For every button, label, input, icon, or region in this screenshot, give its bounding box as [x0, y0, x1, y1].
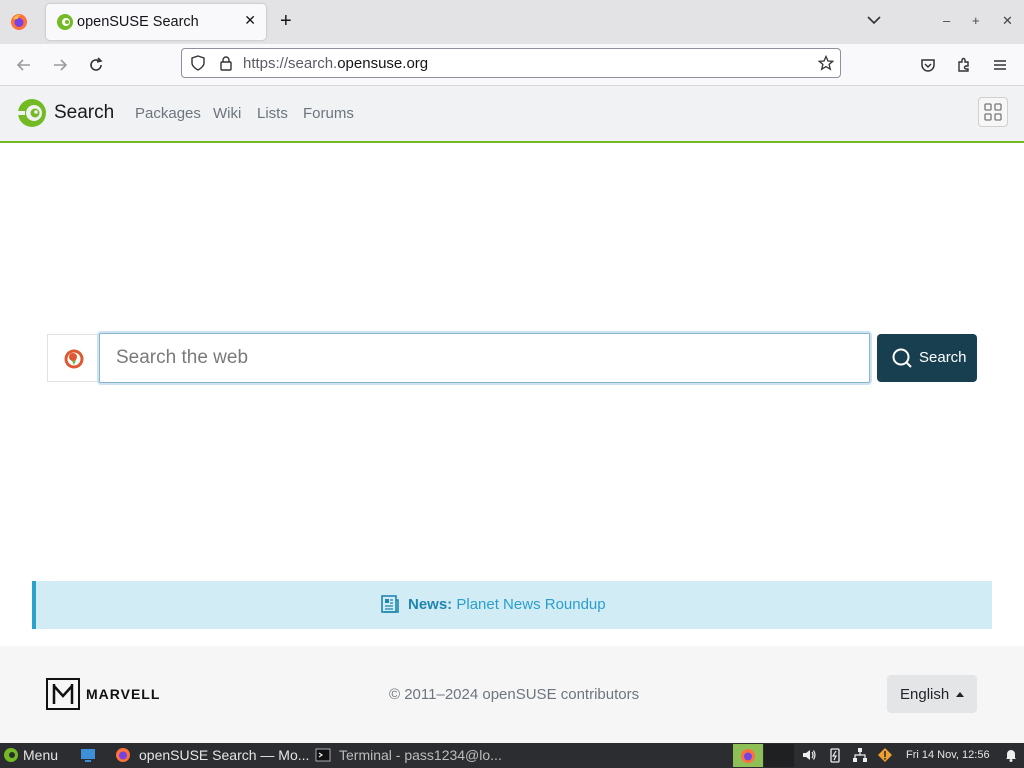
opensuse-logo-icon[interactable]: [17, 97, 49, 129]
tracking-shield-icon[interactable]: [190, 55, 206, 71]
browser-tab-bar: openSUSE Search ✕ + – + ✕: [0, 0, 1024, 44]
pocket-icon[interactable]: [919, 56, 937, 74]
news-link[interactable]: Planet News Roundup: [456, 596, 605, 613]
hamburger-icon[interactable]: [991, 56, 1009, 74]
search-button[interactable]: Search: [877, 334, 977, 382]
firefox-icon: [741, 749, 755, 763]
new-tab-button[interactable]: +: [280, 10, 292, 32]
tab-close-icon[interactable]: ✕: [244, 12, 256, 29]
nav-link-packages[interactable]: Packages: [135, 105, 201, 122]
forward-arrow-icon[interactable]: [51, 56, 69, 74]
nav-link-wiki[interactable]: Wiki: [213, 105, 241, 122]
firefox-icon: [116, 748, 130, 762]
workspace-empty[interactable]: [764, 744, 794, 767]
back-arrow-icon[interactable]: [15, 56, 33, 74]
show-desktop-icon[interactable]: [80, 747, 96, 763]
copyright-text: © 2011–2024 openSUSE contributors: [389, 686, 640, 703]
caret-up-icon: [956, 692, 964, 697]
start-menu-button[interactable]: Menu: [23, 747, 58, 763]
language-selector[interactable]: English: [887, 675, 977, 713]
site-footer: MARVELL © 2011–2024 openSUSE contributor…: [0, 646, 1024, 743]
battery-icon[interactable]: [827, 747, 843, 763]
reload-icon[interactable]: [87, 56, 105, 74]
maximize-button[interactable]: +: [972, 13, 980, 28]
nav-link-forums[interactable]: Forums: [303, 105, 354, 122]
duckduckgo-icon: [64, 349, 84, 369]
app-grid-button[interactable]: [978, 97, 1008, 127]
desktop-taskbar: Menu openSUSE Search — Mo... Terminal - …: [0, 743, 1024, 768]
taskbar-window-terminal[interactable]: Terminal - pass1234@lo...: [339, 747, 502, 763]
url-bar[interactable]: https://search.opensuse.org: [181, 48, 841, 78]
tab-title: openSUSE Search: [77, 14, 199, 30]
site-title[interactable]: Search: [54, 102, 114, 124]
sponsor-name: MARVELL: [86, 686, 161, 702]
newspaper-icon: [381, 595, 399, 613]
lock-icon[interactable]: [218, 55, 234, 71]
star-icon[interactable]: [818, 55, 834, 71]
opensuse-favicon-icon: [57, 14, 73, 30]
firefox-icon[interactable]: [10, 13, 28, 31]
sponsor-logo[interactable]: MARVELL: [46, 678, 159, 715]
url-domain: opensuse.org: [337, 55, 429, 72]
terminal-icon: [315, 748, 331, 762]
nav-link-lists[interactable]: Lists: [257, 105, 288, 122]
search-input[interactable]: [99, 333, 870, 383]
network-icon[interactable]: [852, 747, 868, 763]
workspace-indicator[interactable]: [733, 744, 763, 767]
search-button-label: Search: [919, 349, 967, 366]
news-banner: News: Planet News Roundup: [32, 581, 992, 629]
site-header: Search Packages Wiki Lists Forums: [0, 86, 1024, 143]
opensuse-menu-icon[interactable]: [3, 747, 19, 763]
volume-icon[interactable]: [801, 747, 817, 763]
app-grid-icon: [984, 103, 1002, 121]
tab-opensuse-search[interactable]: openSUSE Search ✕: [46, 4, 266, 40]
minimize-button[interactable]: –: [943, 13, 950, 28]
url-prefix: https://search.: [243, 55, 338, 72]
language-label: English: [900, 686, 950, 703]
search-engine-selector[interactable]: [47, 334, 99, 382]
url-text[interactable]: https://search.opensuse.org: [243, 55, 428, 72]
update-alert-icon[interactable]: [877, 747, 893, 763]
marvell-logo-icon: [46, 678, 80, 710]
notification-bell-icon[interactable]: [1003, 747, 1019, 763]
news-content: News: Planet News Roundup: [381, 595, 606, 613]
search-icon: [892, 348, 912, 368]
chevron-down-icon[interactable]: [866, 12, 882, 28]
taskbar-window-firefox[interactable]: openSUSE Search — Mo...: [139, 747, 309, 763]
close-window-button[interactable]: ✕: [1002, 13, 1013, 29]
news-label: News:: [408, 596, 453, 613]
puzzle-icon[interactable]: [955, 56, 973, 74]
clock[interactable]: Fri 14 Nov, 12:56: [906, 749, 990, 761]
